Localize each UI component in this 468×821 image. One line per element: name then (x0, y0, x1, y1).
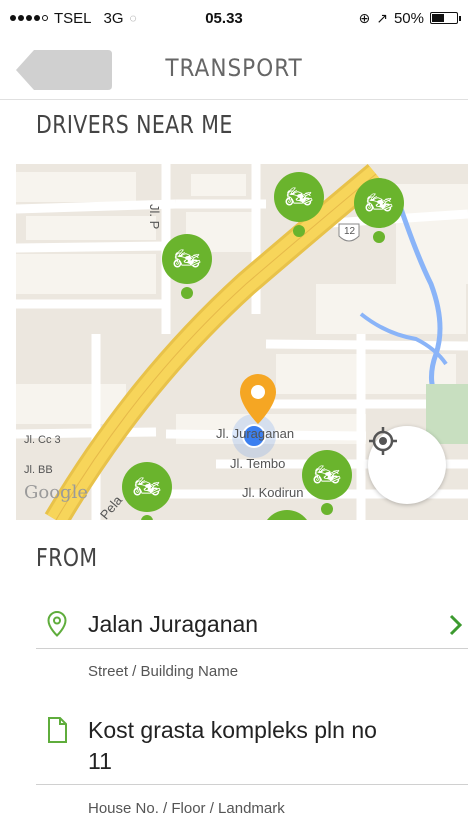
house-field-underline (36, 784, 468, 785)
signal-strength-icon (10, 15, 48, 21)
network-type: 3G (103, 9, 124, 27)
map-street-label: Jl. Tembo (230, 456, 286, 471)
chevron-right-icon[interactable] (448, 614, 464, 636)
navigation-bar: TRANSPORT (0, 36, 468, 100)
driver-marker[interactable]: 🏍︎ (354, 178, 404, 243)
motorbike-icon: 🏍︎ (313, 462, 341, 487)
page-title: TRANSPORT (165, 54, 303, 82)
map-street-label: Jl. Kodirun (242, 485, 304, 500)
crosshair-icon (369, 427, 397, 455)
motorbike-icon: 🏍︎ (285, 184, 313, 209)
status-bar: TSEL 3G ◌ 05.33 ⊕ ↗ 50% (0, 0, 468, 36)
battery-icon (430, 12, 461, 24)
driver-marker[interactable]: 🏍︎ (162, 234, 212, 299)
document-icon (48, 717, 67, 743)
street-field-underline (36, 648, 468, 649)
driver-marker[interactable]: 🏍︎ (274, 172, 324, 237)
battery-percent: 50% (393, 9, 424, 27)
location-arrow-icon: ↗ (376, 9, 388, 26)
street-field[interactable]: Jalan Juraganan (36, 606, 468, 648)
location-pin-icon (47, 610, 67, 637)
house-hint: House No. / Floor / Landmark (88, 800, 285, 817)
drivers-section-title: DRIVERS NEAR ME (36, 110, 233, 139)
street-value: Jalan Juraganan (88, 611, 259, 637)
map-street-label: Jl. P (147, 204, 162, 230)
status-time: 05.33 (205, 9, 243, 27)
activity-icon: ◌ (129, 11, 137, 25)
map-street-label: Jl. Juraganan (216, 426, 295, 441)
google-logo: Google (24, 482, 88, 503)
battery-fill (432, 14, 444, 22)
map-street-label: Jl. Cc 3 (24, 434, 61, 446)
drivers-map[interactable]: Jl. P Jl. Juraganan Jl. Tembo Jl. Kodiru… (16, 164, 468, 520)
carrier-name: TSEL (54, 9, 92, 27)
house-value-line-1: Kost grasta kompleks pln no (88, 717, 377, 743)
from-section-title: FROM (36, 543, 98, 572)
locate-me-button[interactable] (368, 426, 446, 504)
driver-marker[interactable]: 🏍︎ (122, 462, 172, 520)
house-value-line-2: 11 (88, 748, 112, 774)
driver-marker[interactable] (262, 510, 312, 520)
status-right: ⊕ ↗ 50% (308, 9, 461, 27)
orientation-lock-icon: ⊕ (358, 9, 371, 26)
house-field[interactable]: Kost grasta kompleks pln no 11 (36, 712, 468, 778)
street-hint: Street / Building Name (88, 663, 239, 680)
motorbike-icon: 🏍︎ (173, 246, 201, 271)
driver-marker[interactable]: 🏍︎ (302, 450, 352, 515)
motorbike-icon: 🏍︎ (365, 190, 393, 215)
map-street-label: Jl. BB (24, 464, 53, 476)
motorbike-icon: 🏍︎ (133, 474, 161, 499)
